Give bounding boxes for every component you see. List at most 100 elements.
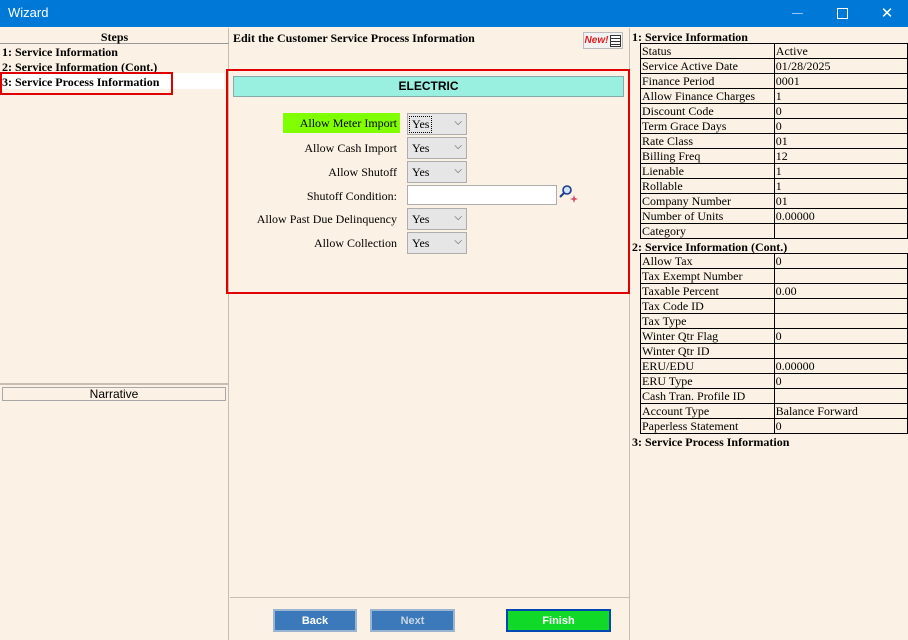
table-row: Cash Tran. Profile ID [640, 388, 908, 404]
step-service-information[interactable]: 1: Service Information [2, 45, 118, 59]
summary-value: 0 [773, 103, 908, 119]
lookup-button[interactable] [558, 184, 580, 204]
summary-section-title: 2: Service Information (Cont.) [632, 240, 788, 254]
summary-value: 01 [773, 193, 908, 209]
table-row: Status Active [640, 43, 908, 59]
table-row: Service Active Date 01/28/2025 [640, 58, 908, 74]
allow-collection-select[interactable]: Yes ⌵ [407, 232, 467, 254]
chevron-down-icon: ⌵ [454, 165, 462, 176]
magnifier-icon [559, 185, 578, 203]
summary-section-title: 1: Service Information [632, 30, 748, 44]
summary-value [773, 343, 908, 359]
summary-value: 1 [773, 163, 908, 179]
summary-value: 1 [773, 178, 908, 194]
allow-cash-import-label: Allow Cash Import [304, 141, 397, 155]
summary-key: Allow Finance Charges [640, 88, 775, 104]
summary-key: Billing Freq [640, 148, 775, 164]
summary-value: Balance Forward [773, 403, 908, 419]
summary-pane: 1: Service Information Status Active Servi… [631, 28, 908, 640]
next-button[interactable]: Next [370, 609, 455, 632]
summary-value: 0 [773, 328, 908, 344]
summary-value: 0.00000 [773, 208, 908, 224]
allow-meter-import-select[interactable]: Yes ⌵ [407, 113, 467, 135]
maximize-button[interactable] [819, 0, 865, 27]
summary-value: 0 [773, 118, 908, 134]
summary-key: Paperless Statement [640, 418, 775, 434]
window-title: Wizard [8, 5, 49, 20]
minimize-button[interactable] [774, 0, 820, 27]
table-row: Rate Class 01 [640, 133, 908, 149]
summary-value: 0.00000 [773, 358, 908, 374]
allow-meter-import-label: Allow Meter Import [283, 113, 400, 133]
summary-key: Term Grace Days [640, 118, 775, 134]
table-row: Winter Qtr ID [640, 343, 908, 359]
new-badge-label: New! [584, 35, 609, 46]
summary-key: Category [640, 223, 775, 239]
finish-button[interactable]: Finish [506, 609, 611, 632]
table-row: Discount Code 0 [640, 103, 908, 119]
summary-key: Winter Qtr Flag [640, 328, 775, 344]
summary-key: Finance Period [640, 73, 775, 89]
new-badge-button[interactable]: New! [583, 32, 623, 49]
maximize-icon [836, 8, 848, 19]
summary-key: Account Type [640, 403, 775, 419]
allow-cash-import-value: Yes [412, 141, 430, 155]
shutoff-condition-input[interactable] [407, 185, 557, 205]
allow-cash-import-select[interactable]: Yes ⌵ [407, 137, 467, 159]
table-row: Account Type Balance Forward [640, 403, 908, 419]
table-row: Allow Tax 0 [640, 253, 908, 269]
summary-value [773, 223, 908, 239]
chevron-down-icon: ⌵ [454, 117, 462, 128]
summary-value: 0 [773, 373, 908, 389]
summary-value: 0.00 [773, 283, 908, 299]
table-row: Lienable 1 [640, 163, 908, 179]
allow-past-due-delinquency-select[interactable]: Yes ⌵ [407, 208, 467, 230]
table-row: Taxable Percent 0.00 [640, 283, 908, 299]
summary-value: 0001 [773, 73, 908, 89]
table-row: Company Number 01 [640, 193, 908, 209]
allow-past-due-delinquency-label: Allow Past Due Delinquency [256, 212, 397, 226]
edit-pane: Edit the Customer Service Process Inform… [226, 28, 630, 640]
summary-key: Discount Code [640, 103, 775, 119]
summary-key: Tax Code ID [640, 298, 775, 314]
allow-collection-value: Yes [412, 236, 430, 250]
allow-shutoff-value: Yes [412, 165, 430, 179]
summary-key: Company Number [640, 193, 775, 209]
allow-shutoff-label: Allow Shutoff [328, 165, 397, 179]
shutoff-condition-label: Shutoff Condition: [306, 189, 397, 203]
allow-past-due-delinquency-value: Yes [412, 212, 430, 226]
summary-value: 01 [773, 133, 908, 149]
service-information-table: Status Active Service Active Date 01/28/202… [640, 43, 908, 239]
summary-key: Taxable Percent [640, 283, 775, 299]
table-row: Tax Type [640, 313, 908, 329]
table-row: Paperless Statement 0 [640, 418, 908, 434]
allow-shutoff-select[interactable]: Yes ⌵ [407, 161, 467, 183]
table-row: Category [640, 223, 908, 239]
summary-key: Rate Class [640, 133, 775, 149]
table-row: Rollable 1 [640, 178, 908, 194]
table-row: ERU Type 0 [640, 373, 908, 389]
narrative-header: Narrative [2, 387, 226, 401]
summary-key: Winter Qtr ID [640, 343, 775, 359]
document-icon [610, 34, 622, 47]
steps-pane: Steps 1: Service Information 2: Service … [0, 28, 229, 640]
table-row: ERU/EDU 0.00000 [640, 358, 908, 374]
summary-key: Rollable [640, 178, 775, 194]
back-button[interactable]: Back [273, 609, 357, 632]
allow-meter-import-value: Yes [408, 116, 433, 133]
allow-collection-label: Allow Collection [314, 236, 397, 250]
summary-key: Service Active Date [640, 58, 775, 74]
summary-value [773, 388, 908, 404]
summary-key: Tax Type [640, 313, 775, 329]
summary-value: 12 [773, 148, 908, 164]
summary-key: ERU Type [640, 373, 775, 389]
summary-section-title: 3: Service Process Information [632, 435, 790, 449]
pane-splitter[interactable] [0, 383, 229, 385]
table-row: Finance Period 0001 [640, 73, 908, 89]
chevron-down-icon: ⌵ [454, 236, 462, 247]
table-row: Allow Finance Charges 1 [640, 88, 908, 104]
table-row: Tax Code ID [640, 298, 908, 314]
close-button[interactable]: ✕ [864, 0, 908, 27]
chevron-down-icon: ⌵ [454, 212, 462, 223]
page-title: Edit the Customer Service Process Inform… [233, 31, 475, 45]
